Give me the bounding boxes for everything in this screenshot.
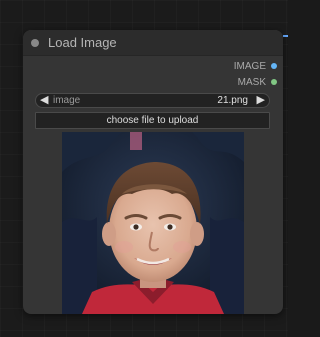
load-image-node[interactable]: Load Image IMAGE MASK ◀ image 21.png ▶ c… xyxy=(23,30,283,314)
portrait-image xyxy=(62,132,244,314)
output-image-label: IMAGE xyxy=(233,60,266,72)
image-widget-label: image xyxy=(53,95,81,106)
image-combo-widget[interactable]: ◀ image 21.png ▶ xyxy=(35,93,270,108)
graph-canvas[interactable]: Load Image IMAGE MASK ◀ image 21.png ▶ c… xyxy=(0,0,288,337)
image-widget-value[interactable]: 21.png xyxy=(217,94,248,107)
output-link xyxy=(283,35,288,37)
left-arrow-icon[interactable]: ◀ xyxy=(40,94,48,107)
output-image[interactable]: IMAGE xyxy=(234,59,277,73)
image-preview xyxy=(62,132,244,314)
output-mask-slot-icon[interactable] xyxy=(271,79,277,85)
right-arrow-icon[interactable]: ▶ xyxy=(257,94,265,107)
upload-button[interactable]: choose file to upload xyxy=(35,112,270,129)
output-mask[interactable]: MASK xyxy=(238,75,277,89)
collapse-dot-icon[interactable] xyxy=(31,39,39,47)
output-image-slot-icon[interactable] xyxy=(271,63,277,69)
node-header[interactable]: Load Image xyxy=(23,30,283,56)
output-mask-label: MASK xyxy=(237,76,266,88)
node-title: Load Image xyxy=(48,35,117,50)
